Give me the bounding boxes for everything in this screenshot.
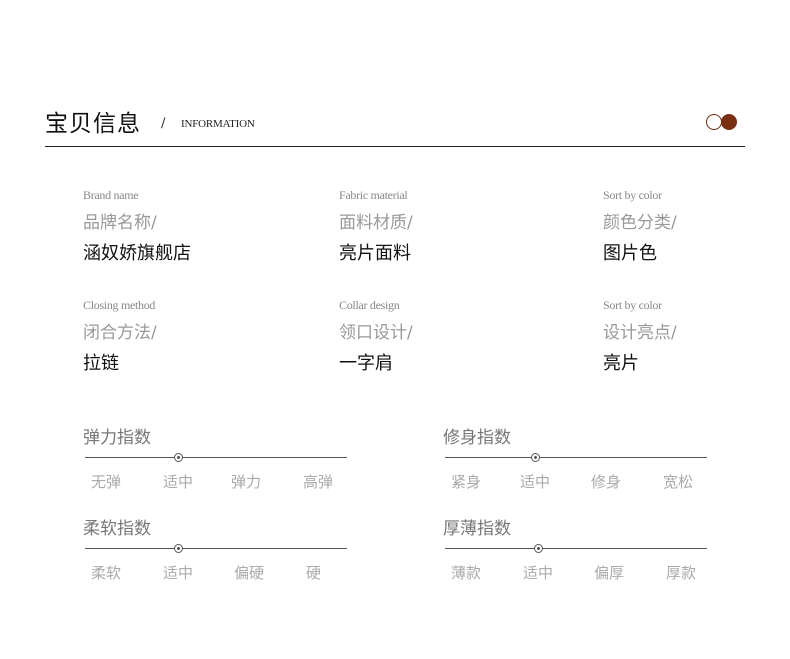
info-closing-method: Closing method 闭合方法/ 拉链 bbox=[83, 298, 157, 375]
info-label-cn: 颜色分类/ bbox=[603, 213, 677, 233]
info-brand-name: Brand name 品牌名称/ 涵奴娇旗舰店 bbox=[83, 188, 191, 265]
scale-title: 厚薄指数 bbox=[443, 519, 511, 539]
scale-elasticity: 弹力指数 无弹 适中 弹力 高弹 bbox=[83, 423, 353, 493]
info-value: 亮片 bbox=[603, 353, 639, 374]
section-title: 宝贝信息 bbox=[45, 111, 141, 137]
info-label-cn: 品牌名称/ bbox=[83, 213, 157, 233]
outline-circle-icon bbox=[706, 114, 722, 130]
scale-marker-icon bbox=[173, 544, 183, 553]
scale-track bbox=[445, 457, 707, 458]
info-value: 拉链 bbox=[83, 353, 119, 374]
filled-circle-icon bbox=[721, 114, 737, 130]
info-color: Sort by color 颜色分类/ 图片色 bbox=[603, 188, 677, 265]
decorative-dots bbox=[706, 114, 740, 131]
info-value: 涵奴娇旗舰店 bbox=[83, 243, 191, 264]
scale-option: 柔软 bbox=[91, 564, 122, 582]
info-label-en: Brand name bbox=[83, 188, 139, 202]
scale-option: 适中 bbox=[163, 564, 194, 582]
scale-title: 修身指数 bbox=[443, 428, 511, 448]
section-header: 宝贝信息 / INFORMATION bbox=[45, 100, 745, 147]
scale-title: 柔软指数 bbox=[83, 519, 151, 539]
scale-option: 无弹 bbox=[91, 473, 122, 491]
scale-option: 弹力 bbox=[231, 473, 262, 491]
scale-option: 宽松 bbox=[663, 473, 694, 491]
scale-marker-icon bbox=[530, 453, 540, 462]
scale-option: 适中 bbox=[520, 473, 551, 491]
info-label-en: Sort by color bbox=[603, 188, 662, 202]
info-label-cn: 设计亮点/ bbox=[603, 323, 677, 343]
scale-option: 修身 bbox=[591, 473, 622, 491]
scale-fit: 修身指数 紧身 适中 修身 宽松 bbox=[443, 423, 713, 493]
info-label-en: Sort by color bbox=[603, 298, 662, 312]
scale-option: 紧身 bbox=[451, 473, 482, 491]
scale-option: 偏硬 bbox=[234, 564, 265, 582]
scale-softness: 柔软指数 柔软 适中 偏硬 硬 bbox=[83, 514, 353, 584]
scale-track bbox=[445, 548, 707, 549]
scale-marker-icon bbox=[533, 544, 543, 553]
scale-thickness: 厚薄指数 薄款 适中 偏厚 厚款 bbox=[443, 514, 713, 584]
scale-option: 薄款 bbox=[451, 564, 482, 582]
info-collar-design: Collar design 领口设计/ 一字肩 bbox=[339, 298, 413, 375]
info-value: 亮片面料 bbox=[339, 243, 411, 264]
scale-option: 适中 bbox=[163, 473, 194, 491]
info-label-cn: 面料材质/ bbox=[339, 213, 413, 233]
info-label-en: Collar design bbox=[339, 298, 400, 312]
info-design-highlight: Sort by color 设计亮点/ 亮片 bbox=[603, 298, 677, 375]
scale-title: 弹力指数 bbox=[83, 428, 151, 448]
scale-track bbox=[85, 548, 347, 549]
section-subtitle: INFORMATION bbox=[181, 118, 255, 130]
info-value: 一字肩 bbox=[339, 353, 393, 374]
title-separator: / bbox=[161, 116, 166, 131]
info-label-cn: 领口设计/ bbox=[339, 323, 413, 343]
scale-option: 偏厚 bbox=[594, 564, 625, 582]
info-label-cn: 闭合方法/ bbox=[83, 323, 157, 343]
info-fabric-material: Fabric material 面料材质/ 亮片面料 bbox=[339, 188, 413, 265]
scale-option: 适中 bbox=[523, 564, 554, 582]
info-label-en: Closing method bbox=[83, 298, 156, 312]
scale-track bbox=[85, 457, 347, 458]
scale-option: 硬 bbox=[306, 564, 322, 582]
info-label-en: Fabric material bbox=[339, 188, 408, 202]
scale-option: 高弹 bbox=[303, 473, 334, 491]
scale-option: 厚款 bbox=[666, 564, 697, 582]
scale-marker-icon bbox=[173, 453, 183, 462]
info-value: 图片色 bbox=[603, 243, 657, 264]
